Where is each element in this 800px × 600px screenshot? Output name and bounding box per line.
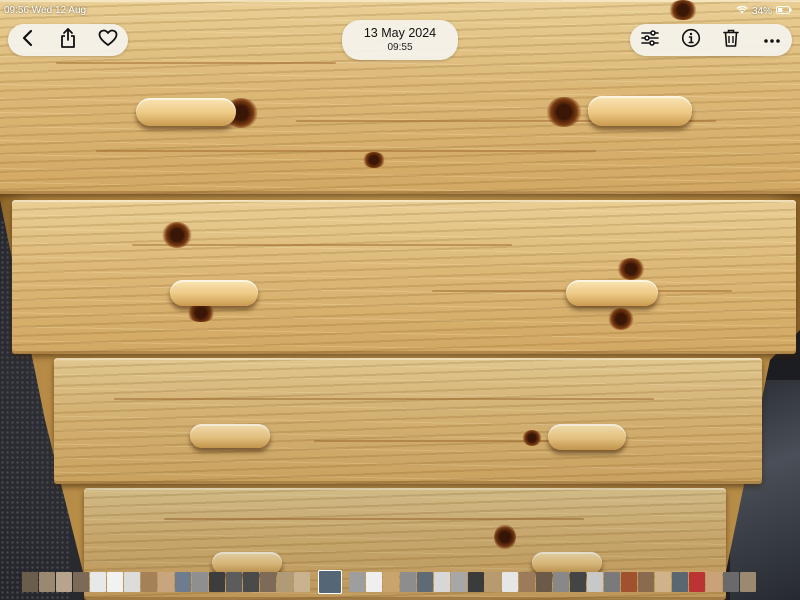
drawer-handle <box>190 424 270 448</box>
thumbnail[interactable] <box>536 572 552 592</box>
status-time-date: 09:56 Wed 12 Aug <box>4 5 87 16</box>
thumbnail[interactable] <box>141 572 157 592</box>
photo-viewer[interactable] <box>0 0 800 600</box>
info-icon <box>681 28 701 53</box>
thumbnail[interactable] <box>22 572 38 592</box>
photo-time: 09:55 <box>387 42 413 53</box>
thumbnail[interactable] <box>400 572 416 592</box>
thumbnail[interactable] <box>107 572 123 592</box>
thumbnail[interactable] <box>553 572 569 592</box>
thumbnail[interactable] <box>209 572 225 592</box>
back-button[interactable] <box>14 26 42 54</box>
thumbnail[interactable] <box>587 572 603 592</box>
delete-button[interactable] <box>717 26 745 54</box>
thumbnail[interactable] <box>485 572 501 592</box>
thumbnail[interactable] <box>277 572 293 592</box>
thumbnail[interactable] <box>621 572 637 592</box>
thumbnail[interactable] <box>740 572 756 592</box>
drawer-second <box>12 200 796 354</box>
photo-date: 13 May 2024 <box>363 26 437 40</box>
thumbnail[interactable] <box>90 572 106 592</box>
drawer-handle <box>566 280 658 306</box>
battery-percent: 34% <box>751 5 772 17</box>
thumbnail[interactable] <box>260 572 276 592</box>
more-button[interactable] <box>758 26 786 54</box>
thumbnail[interactable] <box>124 572 140 592</box>
thumbnail[interactable] <box>434 572 450 592</box>
thumbnail[interactable] <box>689 572 705 592</box>
drawer-handle <box>170 280 258 306</box>
thumbnail[interactable] <box>502 572 518 592</box>
thumbnail[interactable] <box>655 572 671 592</box>
drawer-handle <box>136 98 236 126</box>
info-button[interactable] <box>677 26 705 54</box>
thumbnail[interactable] <box>723 572 739 592</box>
toolbar-left <box>8 24 128 56</box>
thumbnail[interactable] <box>73 572 89 592</box>
heart-icon <box>98 29 118 52</box>
thumbnail[interactable] <box>243 572 259 592</box>
drawer-handle <box>548 424 626 450</box>
photo-date-header: 13 May 2024 09:55 <box>342 20 458 60</box>
thumbnail[interactable] <box>519 572 535 592</box>
chevron-left-icon <box>21 29 35 52</box>
thumbnail[interactable] <box>417 572 433 592</box>
drawer-handle <box>588 96 692 126</box>
trash-icon <box>722 28 740 53</box>
toolbar-right <box>630 24 792 56</box>
thumbnail[interactable] <box>175 572 191 592</box>
thumbnail[interactable] <box>604 572 620 592</box>
thumbnail[interactable] <box>451 572 467 592</box>
wifi-icon <box>736 5 748 17</box>
thumbnail[interactable] <box>706 572 722 592</box>
battery-icon <box>776 5 792 17</box>
thumbnail[interactable] <box>638 572 654 592</box>
thumbnail[interactable] <box>39 572 55 592</box>
status-right-group: 34% <box>736 5 792 17</box>
share-icon <box>59 27 77 54</box>
share-button[interactable] <box>54 26 82 54</box>
thumbnail[interactable] <box>383 572 399 592</box>
thumbnail[interactable] <box>56 572 72 592</box>
favorite-button[interactable] <box>94 26 122 54</box>
thumbnail[interactable] <box>468 572 484 592</box>
thumbnail[interactable] <box>158 572 174 592</box>
drawer-third <box>54 358 762 484</box>
thumbnail[interactable] <box>349 572 365 592</box>
thumbnail[interactable] <box>226 572 242 592</box>
sliders-icon <box>640 29 660 52</box>
thumbnail[interactable] <box>570 572 586 592</box>
thumbnail[interactable] <box>294 572 310 592</box>
status-bar: 09:56 Wed 12 Aug 34% <box>0 0 800 22</box>
thumbnail[interactable] <box>192 572 208 592</box>
edit-button[interactable] <box>636 26 664 54</box>
thumbnail[interactable] <box>672 572 688 592</box>
ellipsis-icon <box>763 31 781 49</box>
thumbnail[interactable] <box>366 572 382 592</box>
thumbnail-selected[interactable] <box>318 570 342 594</box>
thumbnail-strip[interactable] <box>22 570 782 594</box>
